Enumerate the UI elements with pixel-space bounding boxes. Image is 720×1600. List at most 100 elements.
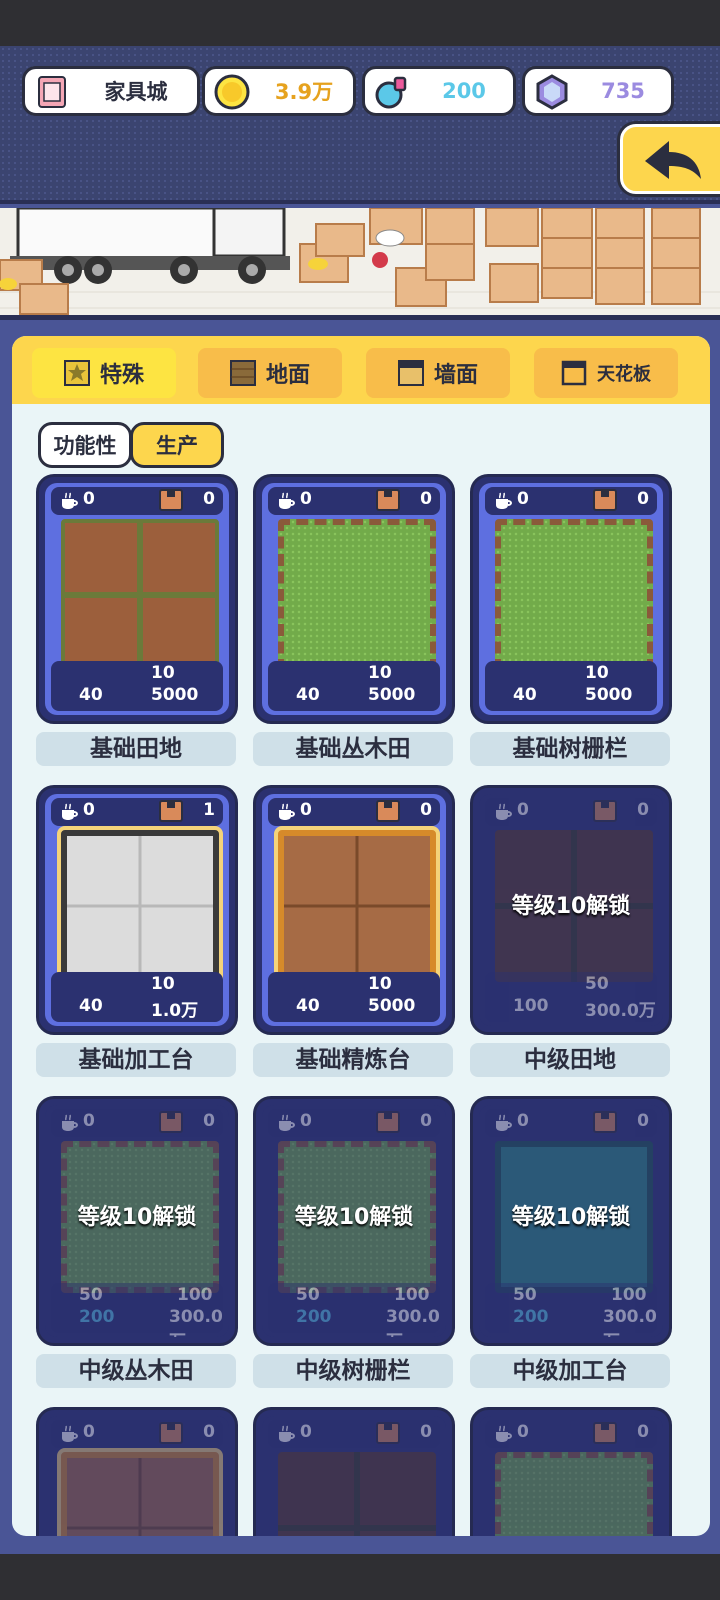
item-storage-value: 0 [420,800,432,820]
item-cost-material: 10 [151,974,175,994]
item-cost-wood: 40 [296,996,320,1016]
item-storage-value: 1 [203,800,215,820]
storage-box-icon [159,1422,183,1444]
item-cost-coins: 5000 [368,996,416,1016]
coffee-cup-icon [496,803,512,820]
item-cost-bar: 10 40 5000 [268,972,440,1022]
item-cost-wood: 40 [79,685,103,705]
item-stat-bar: 00 [268,798,440,826]
item-preview [278,1452,436,1536]
item-stat-bar: 00 [268,1420,440,1448]
gem-counter[interactable]: 735 [522,66,674,116]
shop-name: 家具城 [104,80,168,104]
item-card[interactable]: 00 [36,1407,238,1536]
subtab-production[interactable]: 生产 [130,422,224,468]
item-storage-value: 0 [203,1422,215,1442]
item-card[interactable]: 0050100200300.0万等级10解锁 [253,1096,455,1346]
item-cost-coins: 5000 [368,685,416,705]
item-card[interactable]: 0 0 50 100 300.0万 等级10解锁 [470,785,672,1035]
item-cost-bar: 10 40 5000 [268,661,440,711]
item-cost-material: 10 [151,663,175,683]
storage-box-icon [159,489,183,511]
item-cost-coins: 300.0万 [585,1001,656,1021]
item-grid: 0 0 10 40 5000 基础田地 0 0 10 40 5000 基础丛木田 0 0 10 40 5000 基… [12,474,710,1536]
tab-special[interactable]: 特殊 [32,348,176,398]
coffee-cup-icon [62,1425,78,1442]
coin-counter[interactable]: 3.9万 [202,66,356,116]
item-name: 基础树栅栏 [470,732,670,766]
item-cost-wood: 50 [513,1285,537,1305]
storage-box-icon [376,800,400,822]
item-card[interactable]: 00 50100200300.0万 等级10解锁 [470,1096,672,1346]
item-name: 基础加工台 [36,1043,236,1077]
storage-box-icon [159,1111,183,1133]
item-cost-potion: 200 [79,1307,115,1327]
item-cost-bar: 50 100 200 300.0万 [485,1283,657,1337]
tab-wall[interactable]: 墙面 [366,348,510,398]
item-card[interactable]: 0 0 10 40 5000 [253,474,455,724]
back-button[interactable] [620,124,720,194]
item-card[interactable]: 0 1 10 40 1.0万 [36,785,238,1035]
item-card[interactable]: 0 0 10 40 5000 [36,474,238,724]
item-comfort-value: 0 [83,1111,95,1131]
item-card[interactable]: 0 0 10 40 5000 [470,474,672,724]
storage-box-icon [376,1422,400,1444]
item-preview [61,1452,219,1536]
back-arrow-icon [645,141,701,179]
tab-wall-label: 墙面 [433,363,478,388]
item-card[interactable]: 0050100200300.0万等级10解锁 [36,1096,238,1346]
item-comfort-value: 0 [300,1422,312,1442]
star-icon [63,360,90,386]
item-cost-coins: 5000 [151,685,199,705]
item-comfort-value: 0 [300,800,312,820]
item-comfort-value: 0 [300,489,312,509]
coffee-cup-icon [496,1114,512,1131]
coffee-cup-icon [62,803,78,820]
storage-box-icon [376,489,400,511]
item-card-body: 0 1 10 40 1.0万 [45,794,229,1026]
tab-ceiling[interactable]: 天花板 [534,348,678,398]
item-card[interactable]: 0 0 10 40 5000 [253,785,455,1035]
item-card[interactable]: 00 [470,1407,672,1536]
subtab-functional-label: 功能性 [53,434,117,458]
item-lock-label: 等级10解锁 [511,1205,631,1230]
item-comfort-value: 0 [517,489,529,509]
coffee-cup-icon [496,1425,512,1442]
item-card-body: 0 0 10 40 5000 [262,794,446,1026]
item-storage-value: 0 [637,489,649,509]
item-stat-bar: 00 [268,1109,440,1137]
tab-floor[interactable]: 地面 [198,348,342,398]
item-card-body: 00 [45,1416,229,1536]
coffee-cup-icon [62,1114,78,1131]
coffee-cup-icon [279,803,295,820]
item-preview [61,519,219,671]
item-cost-wood: 50 [79,1285,103,1305]
item-stat-bar: 01 [51,798,223,826]
item-cost-bar: 50 100 300.0万 [485,972,657,1022]
furniture-store-icon [38,76,66,108]
item-name: 基础田地 [36,732,236,766]
item-preview [61,830,219,982]
item-comfort-value: 0 [83,489,95,509]
wall-icon [397,360,424,386]
item-name: 基础丛木田 [253,732,453,766]
item-comfort-value: 0 [517,1422,529,1442]
item-storage-value: 0 [203,1111,215,1131]
storage-box-icon [159,800,183,822]
store-scene [0,208,720,320]
item-lock-label: 等级10解锁 [77,1205,197,1230]
ceiling-icon [561,360,587,386]
storage-box-icon [593,1111,617,1133]
coin-value: 3.9万 [274,80,334,104]
potion-counter[interactable]: 200 [362,66,516,116]
shop-name-panel: 家具城 [22,66,200,116]
item-storage-value: 0 [637,800,649,820]
storage-box-icon [593,489,617,511]
item-stat-bar: 00 [485,1109,657,1137]
subtab-functional[interactable]: 功能性 [38,422,132,468]
item-cost-coins: 1.0万 [151,1001,199,1021]
item-cost-wood: 100 [513,996,549,1016]
item-name: 中级丛木田 [36,1354,236,1388]
item-card[interactable]: 00 [253,1407,455,1536]
coffee-cup-icon [496,492,512,509]
